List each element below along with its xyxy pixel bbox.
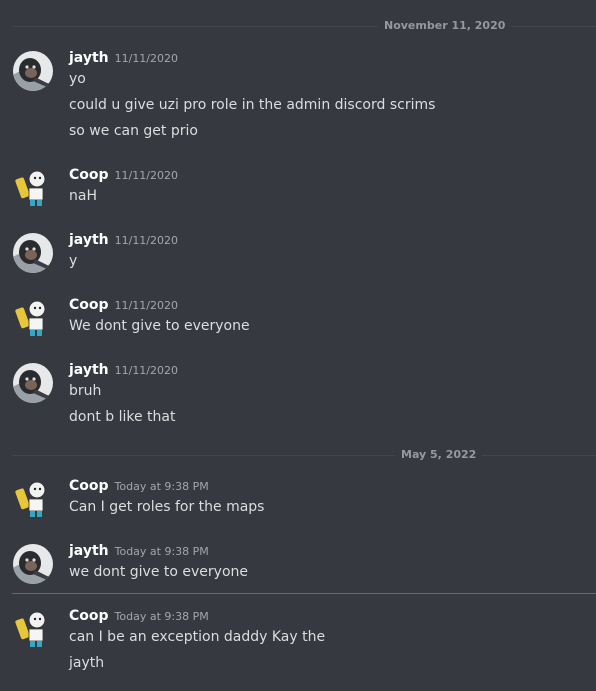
message-text: jayth: [69, 655, 105, 671]
username[interactable]: Coop: [69, 167, 109, 183]
username[interactable]: jayth: [69, 50, 109, 66]
username[interactable]: Coop: [69, 478, 109, 494]
message-text: can I be an exception daddy Kay the: [69, 629, 326, 645]
date-divider-label: May 5, 2022: [395, 447, 483, 463]
message-header: jayth 11/11/2020: [69, 360, 178, 380]
message-header: jayth 11/11/2020: [69, 48, 178, 68]
timestamp: 11/11/2020: [114, 299, 178, 312]
message-text: naH: [69, 188, 97, 204]
timestamp: Today at 9:38 PM: [114, 545, 209, 558]
timestamp: Today at 9:38 PM: [114, 480, 209, 493]
timestamp: 11/11/2020: [114, 169, 178, 182]
new-messages-divider: [12, 593, 596, 594]
chat-message-list: November 11, 2020 jayth 11/11/2020 yo cou…: [0, 0, 596, 691]
username[interactable]: jayth: [69, 232, 109, 248]
cartoon-character-avatar-icon[interactable]: [13, 298, 53, 338]
message-header: Coop Today at 9:38 PM: [69, 476, 209, 496]
message-text: We dont give to everyone: [69, 318, 250, 334]
message-text: could u give uzi pro role in the admin d…: [69, 97, 436, 113]
timestamp: 11/11/2020: [114, 234, 179, 247]
date-divider: May 5, 2022: [12, 447, 596, 463]
message-text: we dont give to everyone: [69, 564, 249, 580]
monkey-avatar-icon[interactable]: [13, 233, 53, 273]
message-text: y: [69, 253, 78, 269]
timestamp: Today at 9:38 PM: [114, 610, 209, 623]
cartoon-character-avatar-icon[interactable]: [13, 609, 53, 649]
timestamp: 11/11/2020: [114, 52, 179, 65]
monkey-avatar-icon[interactable]: [13, 544, 53, 584]
message-header: jayth 11/11/2020: [69, 230, 178, 250]
timestamp: 11/11/2020: [114, 364, 179, 377]
username[interactable]: jayth: [69, 362, 109, 378]
message-text: bruh: [69, 383, 102, 399]
message-text: Can I get roles for the maps: [69, 499, 265, 515]
message-text: dont b like that: [69, 409, 176, 425]
cartoon-character-avatar-icon[interactable]: [13, 479, 53, 519]
message-header: jayth Today at 9:38 PM: [69, 541, 209, 561]
username[interactable]: Coop: [69, 608, 109, 624]
username[interactable]: Coop: [69, 297, 109, 313]
date-divider: November 11, 2020: [12, 18, 596, 34]
message-header: Coop 11/11/2020: [69, 295, 178, 315]
message-text: yo: [69, 71, 86, 87]
date-divider-label: November 11, 2020: [378, 18, 512, 34]
monkey-avatar-icon[interactable]: [13, 51, 53, 91]
message-text: so we can get prio: [69, 123, 198, 139]
message-header: Coop Today at 9:38 PM: [69, 606, 209, 626]
message-header: Coop 11/11/2020: [69, 165, 178, 185]
cartoon-character-avatar-icon[interactable]: [13, 168, 53, 208]
monkey-avatar-icon[interactable]: [13, 363, 53, 403]
username[interactable]: jayth: [69, 543, 109, 559]
